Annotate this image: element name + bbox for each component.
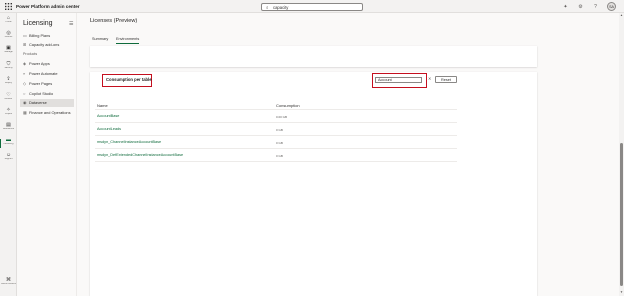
nav-item-power-pages[interactable]: ◇ Power Pages — [20, 80, 74, 88]
column-header-consumption[interactable]: Consumption — [276, 103, 300, 108]
scroll-up-icon[interactable]: ▲ — [619, 13, 624, 17]
table-name-link[interactable]: msdyn_ChannelInstanceAccountBase — [97, 140, 161, 144]
nav-item-capacity-add-ons[interactable]: ⊞ Capacity add-ons — [20, 41, 74, 49]
nav-item-label: Dataverse — [29, 100, 47, 105]
tab-environments[interactable]: Environments — [116, 37, 140, 44]
nav-item-label: Finance and Operations — [29, 110, 71, 115]
rail-item-manage[interactable]: ▣ Manage — [0, 45, 17, 60]
billing-plans-icon: ▭ — [23, 33, 27, 38]
rail-item-label: Security — [4, 67, 13, 69]
nav-item-label: Capacity add-ons — [29, 42, 60, 47]
rail-item-label: Admin centers — [1, 283, 16, 285]
rail-item-licensing[interactable]: ▬ Licensing — [0, 137, 17, 152]
rail-item-label: Home — [5, 21, 12, 23]
rail-item-label: Manage — [4, 51, 13, 53]
power-pages-icon: ◇ — [23, 81, 27, 86]
nav-item-label: Power Apps — [29, 61, 50, 66]
rail-item-label: Actions — [4, 36, 13, 38]
consumption-value: 0.00 GB — [276, 114, 288, 119]
top-bar: Power Platform admin center ⌕ capacity ✦… — [0, 0, 624, 13]
nav-item-dataverse[interactable]: ◉ Dataverse — [20, 99, 74, 107]
rail-item-label: Deploy — [4, 82, 13, 84]
search-value: capacity — [273, 5, 289, 10]
nav-title: Licensing — [23, 20, 53, 27]
rail-item-deploy[interactable]: ⇪ Deploy — [0, 76, 17, 91]
table-row[interactable]: AccountLeads 0 GB — [95, 123, 457, 136]
environments-card — [90, 46, 537, 67]
rail-item-copilot[interactable]: ✧ Copilot — [0, 107, 17, 122]
rail-item-label: Support — [4, 158, 13, 160]
consumption-value: 0 GB — [276, 140, 283, 145]
table-name-link[interactable]: AccountBase — [97, 114, 119, 118]
consumption-per-table-card: Consumption per table Account ✕ Reset Na… — [90, 72, 537, 296]
header-actions: ✦ ⚙ ? SA — [562, 2, 616, 11]
main-content: Licenses (Preview) Summary Environments … — [77, 13, 624, 296]
settings-gear-icon[interactable]: ⚙ — [577, 3, 584, 11]
rail-item-label: Copilot — [4, 113, 13, 115]
app-launcher-icon[interactable] — [5, 3, 12, 10]
capacity-add-ons-icon: ⊞ — [23, 42, 27, 47]
table-header: Name Consumption — [95, 102, 457, 110]
copilot-studio-icon: ○ — [23, 91, 26, 96]
consumption-per-table-title: Consumption per table — [106, 77, 152, 82]
rail-item-resources[interactable]: ▤ Resources — [0, 122, 17, 137]
scroll-down-icon[interactable]: ▼ — [619, 290, 624, 294]
nav-section-products: Products — [23, 52, 38, 56]
column-header-name[interactable]: Name — [97, 103, 108, 108]
nav-item-label: Power Automate — [29, 71, 58, 76]
table-filter-input[interactable]: Account — [375, 77, 422, 83]
rail-item-label: Monitor — [4, 98, 13, 100]
table-row[interactable]: msdyn_DefExtendedChannelInstanceAccountB… — [95, 149, 457, 162]
avatar[interactable]: SA — [607, 2, 616, 11]
help-icon[interactable]: ? — [592, 3, 599, 11]
consumption-value: 0 GB — [276, 127, 283, 132]
table-name-link[interactable]: msdyn_DefExtendedChannelInstanceAccountB… — [97, 153, 183, 157]
table-row[interactable]: AccountBase 0.00 GB — [95, 110, 457, 123]
reset-button[interactable]: Reset — [435, 76, 457, 83]
nav-item-label: Power Pages — [29, 81, 53, 86]
nav-item-billing-plans[interactable]: ▭ Billing Plans — [20, 32, 74, 40]
copilot-icon[interactable]: ✦ — [562, 3, 569, 11]
tab-summary[interactable]: Summary — [92, 37, 108, 41]
rail-item-label: Licensing — [3, 143, 14, 145]
collapse-nav-icon[interactable]: ☰ — [69, 21, 73, 27]
rail-item-security[interactable]: ⛉ Security — [0, 61, 17, 76]
rail-item-actions[interactable]: ◎ Actions — [0, 30, 17, 45]
nav-item-power-automate[interactable]: » Power Automate — [20, 70, 74, 78]
rail-item-support[interactable]: ☺ Support — [0, 152, 17, 167]
power-automate-icon: » — [23, 71, 26, 76]
rail-item-home[interactable]: ⌂ Home — [0, 15, 17, 30]
rail-item-monitor[interactable]: ♡ Monitor — [0, 92, 17, 107]
consumption-value: 0 GB — [276, 153, 283, 158]
dataverse-icon: ◉ — [23, 100, 27, 105]
left-rail: ⌂ Home ◎ Actions ▣ Manage ⛉ Security ⇪ D… — [0, 13, 17, 296]
page-title: Licenses (Preview) — [90, 18, 138, 24]
search-icon: ⌕ — [266, 4, 269, 10]
nav-item-label: Billing Plans — [29, 33, 51, 38]
nav-item-finance-and-operations[interactable]: ▦ Finance and Operations — [20, 109, 74, 117]
power-apps-icon: ◈ — [23, 61, 27, 66]
consumption-title-highlight: Consumption per table — [102, 74, 152, 87]
global-search-input[interactable]: ⌕ capacity — [261, 2, 363, 11]
table-name-link[interactable]: AccountLeads — [97, 127, 121, 131]
nav-item-copilot-studio[interactable]: ○ Copilot Studio — [20, 90, 74, 98]
licensing-nav: Licensing ☰ ▭ Billing Plans ⊞ Capacity a… — [17, 13, 77, 296]
nav-item-label: Copilot Studio — [29, 91, 54, 96]
nav-item-power-apps[interactable]: ◈ Power Apps — [20, 60, 74, 68]
finance-operations-icon: ▦ — [23, 110, 27, 115]
clear-filter-icon[interactable]: ✕ — [428, 76, 431, 81]
app-title[interactable]: Power Platform admin center — [16, 2, 80, 11]
rail-item-label: Resources — [3, 128, 14, 130]
rail-item-admin-centers[interactable]: ⌘ Admin centers — [0, 277, 17, 292]
table-row[interactable]: msdyn_ChannelInstanceAccountBase 0 GB — [95, 136, 457, 149]
scrollbar-thumb[interactable] — [620, 143, 623, 286]
filter-highlight: Account — [372, 73, 427, 88]
